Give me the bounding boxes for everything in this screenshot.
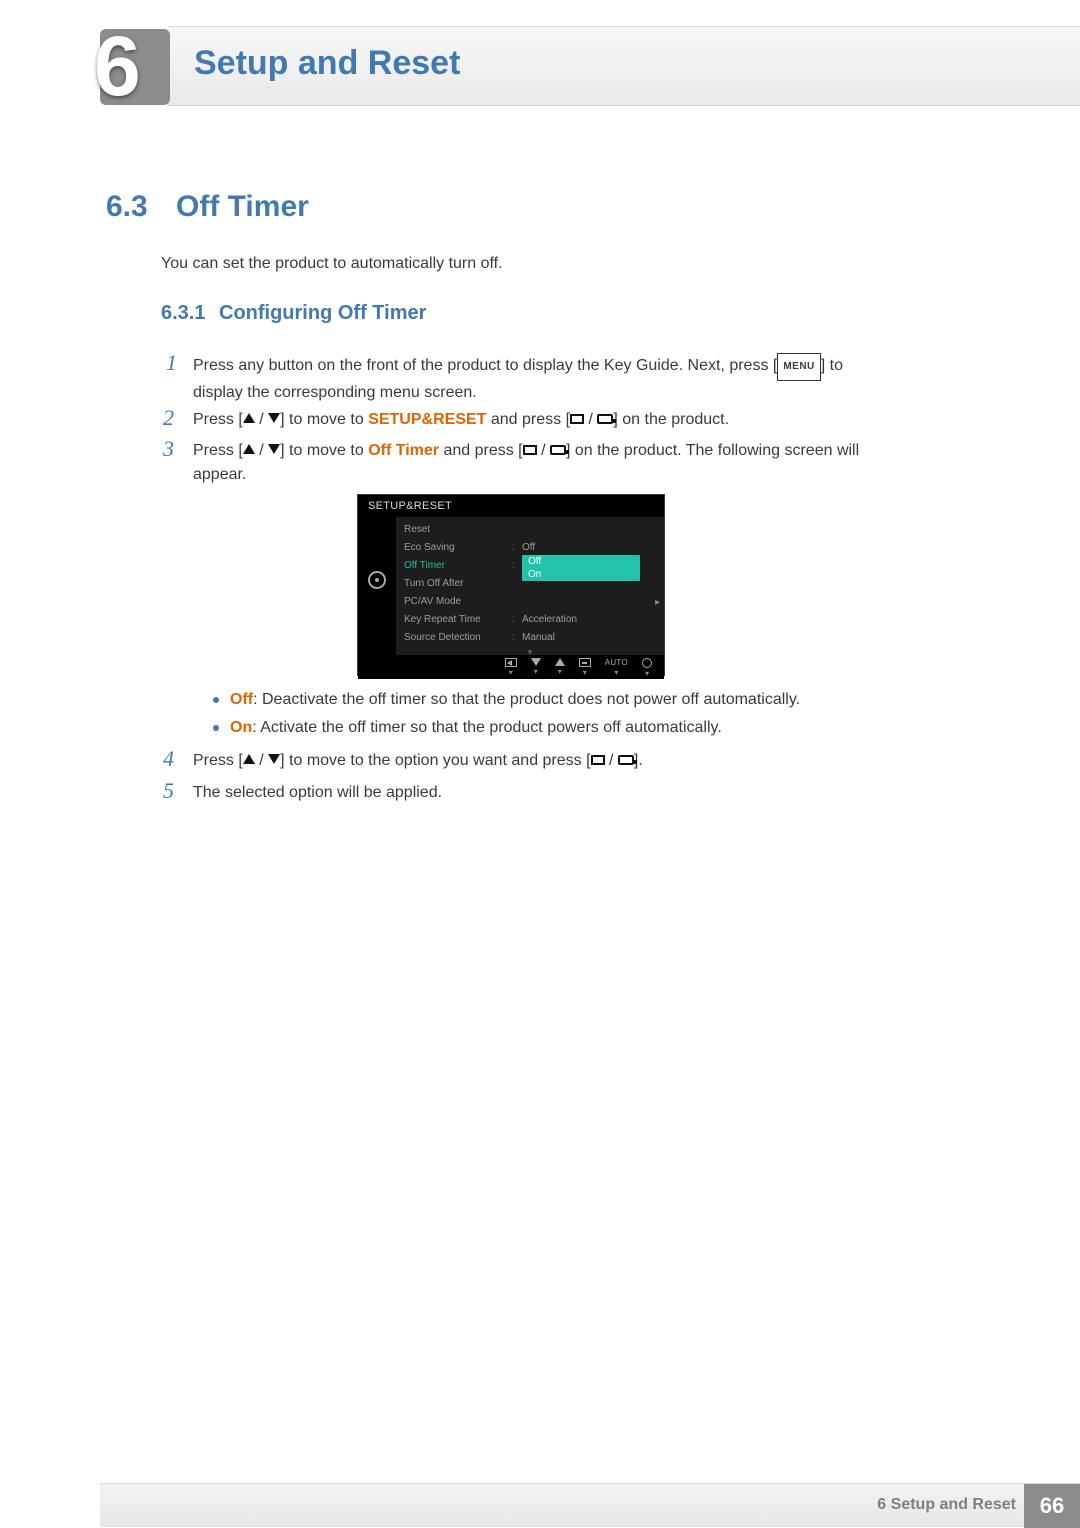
osd-row-reset: Reset [404,521,656,539]
chapter-title: Setup and Reset [194,44,460,83]
step4-b: ] to move to the option you want and pre… [280,752,590,769]
osd-label: PC/AV Mode [404,593,512,611]
page-footer: 6 Setup and Reset 66 [100,1483,1080,1527]
osd-auto-icon: AUTO▾ [605,658,628,677]
menu-badge-icon: MENU [777,353,820,381]
osd-label: Reset [404,521,512,539]
step-number-2: 2 [163,405,174,431]
osd-footer: ▾ ▾ ▾ ▾ AUTO▾ ▾ [358,655,664,679]
right-arrow-icon: ▸ [655,597,660,608]
bullet-on: On: Activate the off timer so that the p… [230,716,890,740]
footer-chapter-label: 6 Setup and Reset [877,1496,1016,1514]
up-arrow-icon [243,444,255,454]
step3-a: Press [ [193,442,243,459]
osd-row-source: Source Detection:Manual [404,629,656,647]
step3-d: and press [ [439,442,523,459]
source-icon [597,414,613,424]
step2-a: Press [ [193,411,243,428]
step2-b: ] to move to [280,411,368,428]
setup-reset-keyword: SETUP&RESET [368,411,486,428]
step1-part-a: Press any button on the front of the pro… [193,357,777,374]
footer-page-number: 66 [1024,1484,1080,1528]
osd-row-keyrepeat: Key Repeat Time:Acceleration [404,611,656,629]
osd-screenshot: SETUP&RESET Reset Eco Saving:Off Off Tim… [357,494,665,676]
osd-label: Turn Off After [404,575,512,593]
step-5-text: The selected option will be applied. [193,781,893,805]
gear-icon [368,571,386,589]
osd-value: Manual [522,629,555,647]
section-intro: You can set the product to automatically… [161,252,503,276]
osd-back-icon: ▾ [505,658,517,677]
chapter-number: 6 [94,18,176,100]
osd-enter-icon: ▾ [579,658,591,677]
subsection-number: 6.3.1 [161,302,205,325]
osd-dropdown: Off On [522,555,640,581]
off-timer-keyword: Off Timer [368,442,439,459]
step-1-text: Press any button on the front of the pro… [193,353,893,405]
bullet-off-text: : Deactivate the off timer so that the p… [253,691,800,708]
osd-title: SETUP&RESET [358,495,664,517]
step-number-5: 5 [163,778,174,804]
osd-power-icon: ▾ [642,658,652,678]
rect-icon [591,755,605,765]
osd-label: Off Timer [404,557,512,575]
osd-row-pcav: PC/AV Mode [404,593,656,611]
osd-dropdown-on: On [522,568,640,581]
step4-a: Press [ [193,752,243,769]
osd-value: Acceleration [522,611,577,629]
step2-e: ] on the product. [613,411,729,428]
step-number-3: 3 [163,436,174,462]
page-header: 6 Setup and Reset [0,26,1080,106]
step-4-text: Press [ / ] to move to the option you wa… [193,749,893,773]
section-title: Off Timer [176,190,309,224]
osd-label: Key Repeat Time [404,611,512,629]
bullet-on-label: On [230,719,252,736]
step3-b: ] to move to [280,442,368,459]
bullet-dot [213,725,219,731]
step-number-4: 4 [163,746,174,772]
osd-body: Reset Eco Saving:Off Off Timer: Turn Off… [358,517,664,655]
osd-label: Source Detection [404,629,512,647]
bullet-on-text: : Activate the off timer so that the pro… [252,719,722,736]
section-number: 6.3 [106,190,148,224]
osd-up-icon: ▾ [555,658,565,676]
source-icon [618,755,634,765]
subsection-title: Configuring Off Timer [219,302,426,325]
down-arrow-icon [268,413,280,423]
source-icon [550,445,566,455]
step-number-1: 1 [166,350,177,376]
step2-d: and press [ [486,411,570,428]
rect-icon [570,414,584,424]
bullet-dot [213,697,219,703]
osd-scroll-down-icon: ▾ [404,647,656,657]
step-2-text: Press [ / ] to move to SETUP&RESET and p… [193,408,893,432]
osd-menu: Reset Eco Saving:Off Off Timer: Turn Off… [396,517,664,655]
bullet-off: Off: Deactivate the off timer so that th… [230,688,890,712]
rect-icon [523,445,537,455]
up-arrow-icon [243,754,255,764]
osd-down-icon: ▾ [531,658,541,676]
osd-label: Eco Saving [404,539,512,557]
osd-left-column [358,517,396,655]
down-arrow-icon [268,444,280,454]
osd-dropdown-off: Off [522,555,640,568]
up-arrow-icon [243,413,255,423]
bullet-off-label: Off [230,691,253,708]
step-3-text: Press [ / ] to move to Off Timer and pre… [193,439,893,487]
down-arrow-icon [268,754,280,764]
